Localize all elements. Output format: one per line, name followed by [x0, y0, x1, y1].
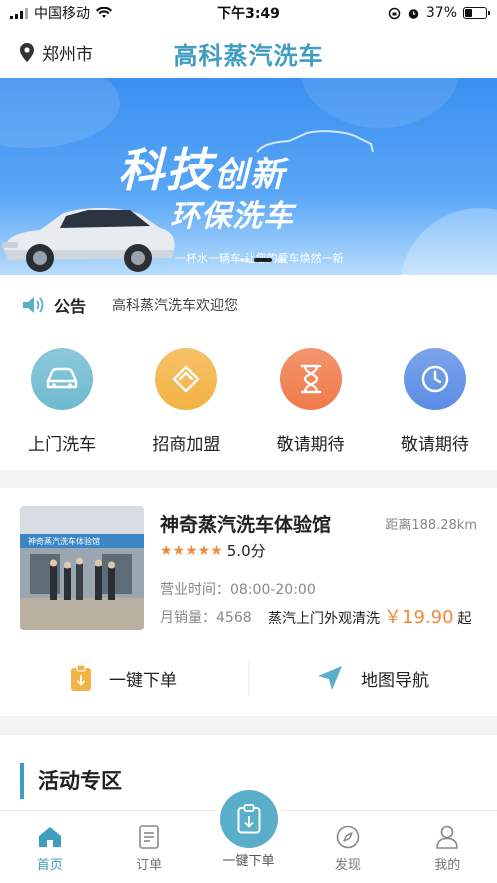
status-bar: 中国移动 下午3:49 37%: [0, 0, 497, 26]
pagination-dot[interactable]: [276, 258, 286, 262]
promo-banner[interactable]: 科技创新 环保洗车 一杯水一辆车 让您的爱车焕然一新: [0, 78, 497, 275]
store-card[interactable]: 神奇蒸汽洗车体验馆 神奇蒸汽洗车体验馆 距离188.28km ★★★★★ 5.0…: [0, 488, 497, 716]
store-hours: 营业时间：08:00-20:00: [160, 582, 316, 598]
car-image: [2, 208, 175, 272]
app-header: 郑州市 高科蒸汽洗车: [0, 26, 497, 78]
app-title: 高科蒸汽洗车: [173, 42, 324, 70]
quick-order-fab[interactable]: [220, 790, 278, 848]
price-suffix: 起: [457, 611, 472, 627]
quick-order-button[interactable]: 一键下单: [0, 640, 248, 716]
service-price: ￥19.90: [384, 607, 454, 628]
banner-subtitle: 环保洗车: [170, 199, 294, 234]
tab-label: 首页: [36, 858, 63, 873]
speaker-icon: [23, 297, 44, 313]
wifi-icon: [96, 7, 112, 18]
store-sign-text: 神奇蒸汽洗车体验馆: [28, 536, 100, 546]
order-clipboard-icon: [71, 665, 91, 691]
menu-label: 上门洗车: [28, 435, 97, 455]
menu-label: 敬请期待: [400, 435, 469, 455]
menu-item-franchise[interactable]: 招商加盟: [124, 338, 248, 458]
user-icon: [436, 825, 459, 849]
tab-home[interactable]: 首页: [0, 811, 99, 883]
store-score: 5.0分: [226, 542, 266, 560]
store-rating: ★★★★★ 5.0分: [160, 540, 266, 561]
map-navigation-button[interactable]: 地图导航: [249, 640, 497, 716]
alarm-icon: [408, 8, 419, 19]
home-icon: [38, 827, 61, 847]
notice-text: 高科蒸汽洗车欢迎您: [112, 298, 239, 314]
navigation-arrow-icon: [318, 666, 342, 690]
battery-percent: 37%: [425, 5, 457, 21]
banner-pagination: [240, 258, 286, 262]
tab-orders[interactable]: 订单: [99, 811, 198, 883]
notice-bar[interactable]: 公告 高科蒸汽洗车欢迎您: [0, 275, 497, 335]
rating-stars: ★★★★★: [160, 542, 223, 559]
handshake-icon: [173, 365, 200, 393]
service-name: 蒸汽上门外观清洗: [268, 611, 380, 627]
menu-icon-circle: [279, 348, 342, 410]
tab-discover[interactable]: 发现: [298, 811, 397, 883]
activity-title: 活动专区: [20, 763, 122, 799]
tab-label: 订单: [136, 858, 163, 873]
signal-icon: [10, 7, 28, 19]
tab-label: 一键下单: [222, 854, 275, 869]
rotation-lock-icon: [388, 7, 401, 19]
tab-label: 发现: [334, 858, 361, 873]
tab-profile[interactable]: 我的: [398, 811, 497, 883]
quick-order-label: 一键下单: [109, 670, 177, 691]
store-name: 神奇蒸汽洗车体验馆: [160, 514, 332, 536]
section-divider: [0, 716, 497, 735]
store-service: 蒸汽上门外观清洗 ￥19.90 起: [268, 603, 472, 629]
menu-label: 敬请期待: [276, 435, 345, 455]
menu-label: 招商加盟: [152, 435, 221, 455]
hourglass-icon: [300, 364, 321, 394]
map-navigation-label: 地图导航: [361, 670, 429, 691]
quick-menu: 上门洗车 招商加盟 敬请期待 敬请期待: [0, 338, 497, 458]
quick-order-icon: [237, 804, 261, 834]
car-icon: [46, 367, 78, 389]
store-photo: 神奇蒸汽洗车体验馆: [20, 506, 144, 630]
menu-item-coming-soon-1[interactable]: 敬请期待: [249, 338, 373, 458]
status-time: 下午3:49: [217, 6, 280, 22]
menu-icon-circle: [31, 348, 94, 410]
notice-label: 公告: [54, 297, 87, 316]
section-divider: [0, 470, 497, 488]
carrier-label: 中国移动: [34, 6, 90, 22]
compass-icon: [336, 825, 360, 849]
store-distance: 距离188.28km: [385, 518, 477, 533]
menu-item-home-wash[interactable]: 上门洗车: [0, 338, 124, 458]
order-icon: [139, 825, 159, 849]
tab-label: 我的: [434, 858, 461, 873]
pagination-dot[interactable]: [240, 258, 250, 262]
pagination-dot[interactable]: [254, 258, 272, 262]
store-monthly-sales: 月销量：4568: [160, 610, 252, 626]
menu-icon-circle: [155, 348, 218, 410]
battery-icon: [463, 7, 490, 19]
menu-item-coming-soon-2[interactable]: 敬请期待: [373, 338, 497, 458]
store-actions: 一键下单 地图导航: [0, 640, 497, 716]
clock-icon: [421, 365, 449, 393]
menu-icon-circle: [403, 348, 466, 410]
